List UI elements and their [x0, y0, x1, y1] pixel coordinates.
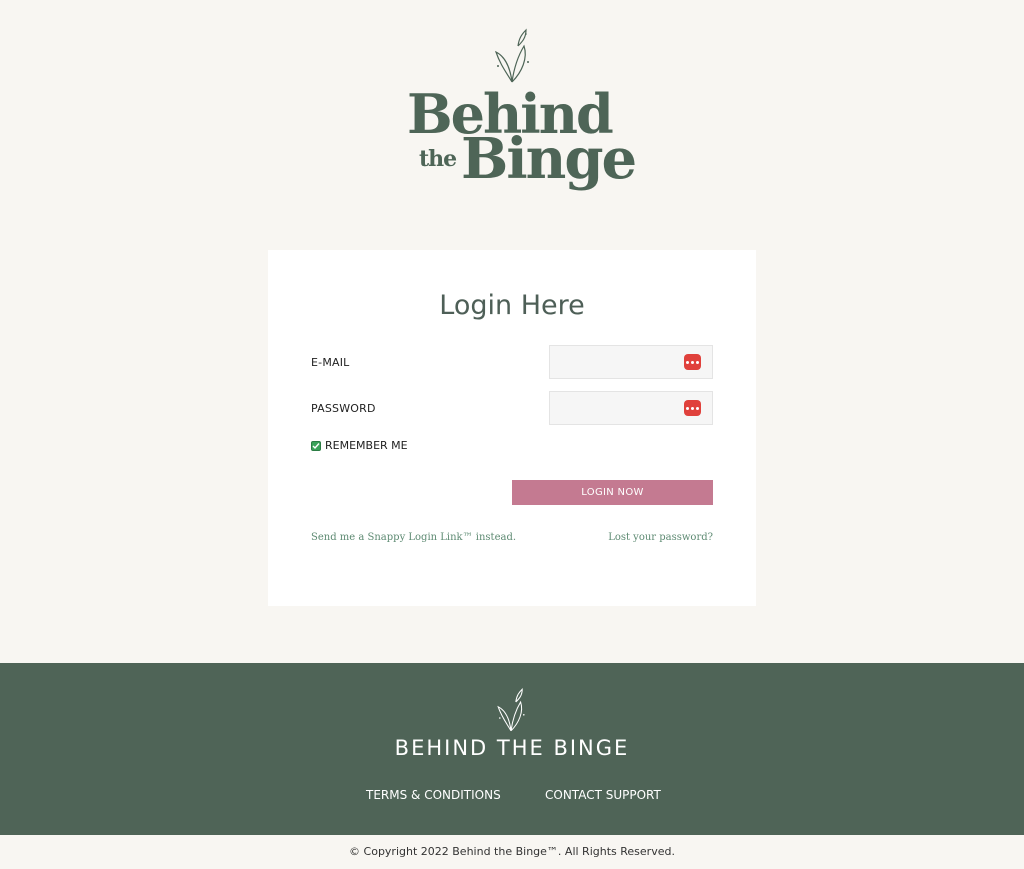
password-label: PASSWORD: [311, 402, 376, 415]
remember-me-checkbox[interactable]: [311, 440, 321, 451]
remember-me-label: REMEMBER ME: [325, 439, 408, 452]
copyright-text: © Copyright 2022 Behind the Binge™. All …: [349, 845, 675, 858]
password-manager-icon[interactable]: [684, 400, 701, 416]
logo-wordmark: Behind the Binge: [407, 82, 637, 204]
site-footer: BEHIND THE BINGE TERMS & CONDITIONS CONT…: [0, 663, 1024, 835]
leaf-icon: [497, 687, 525, 732]
checkmark-icon: [312, 442, 320, 449]
email-label: E-MAIL: [311, 356, 350, 369]
password-field-wrapper: [549, 391, 713, 425]
snappy-login-link[interactable]: Send me a Snappy Login Link™ instead.: [311, 532, 516, 543]
leaf-icon: [494, 28, 529, 83]
password-manager-icon[interactable]: [684, 354, 701, 370]
login-card: Login Here E-MAIL PASSWORD REMEMBER ME L…: [268, 250, 756, 606]
login-button[interactable]: LOGIN NOW: [512, 480, 713, 505]
site-logo[interactable]: Behind the Binge: [0, 28, 1024, 204]
email-field-wrapper: [549, 345, 713, 379]
remember-me[interactable]: REMEMBER ME: [311, 439, 408, 452]
login-title: Login Here: [439, 290, 585, 321]
logo-word-binge: Binge: [461, 126, 637, 192]
contact-support-link[interactable]: CONTACT SUPPORT: [545, 788, 661, 802]
lost-password-link[interactable]: Lost your password?: [608, 532, 713, 543]
terms-link[interactable]: TERMS & CONDITIONS: [366, 788, 501, 802]
footer-brand: BEHIND THE BINGE: [394, 736, 630, 760]
logo-word-the: the: [419, 146, 457, 172]
